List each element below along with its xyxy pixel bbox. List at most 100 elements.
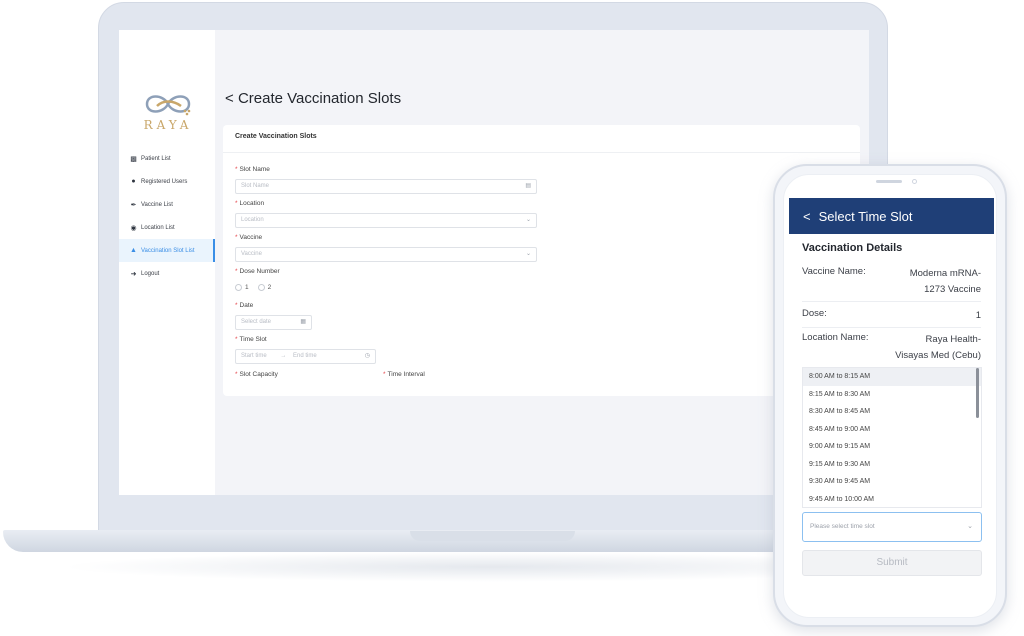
logo-text: RAYA [143, 118, 193, 132]
sidebar-item-vaccination-slot-list[interactable]: ▲ Vaccination Slot List [119, 239, 215, 262]
logo-mark-icon [145, 95, 191, 116]
sidebar-item-label: Vaccine List [141, 201, 173, 208]
back-icon[interactable]: < [225, 90, 234, 107]
detail-row-dose: Dose: 1 [802, 308, 981, 328]
sidebar-item-label: Vaccination Slot List [141, 247, 195, 254]
time-slot-label-text: Time Slot [239, 336, 267, 343]
detail-value-line: Visayas Med (Cebu) [895, 350, 981, 361]
scrollbar[interactable] [976, 368, 979, 418]
sidebar-item-label: Patient List [141, 155, 171, 162]
section-title: Vaccination Details [802, 242, 903, 254]
detail-value-line: 1273 Vaccine [924, 284, 981, 295]
location-select[interactable]: Location ⌄ [235, 213, 537, 228]
detail-value-line: Moderna mRNA- [909, 268, 981, 279]
user-icon: ● [131, 178, 136, 185]
detail-key: Location Name: [802, 332, 869, 343]
vaccine-label-text: Vaccine [239, 234, 263, 241]
vaccine-placeholder: Vaccine [241, 251, 262, 257]
detail-value-line: Raya Health- [925, 334, 981, 345]
time-slot-option[interactable]: 9:00 AM to 9:15 AM [803, 438, 981, 456]
date-label-text: Date [239, 302, 254, 309]
submit-button[interactable]: Submit [802, 550, 982, 576]
sidebar-item-label: Location List [141, 224, 175, 231]
patient-list-icon: ▩ [130, 155, 137, 163]
date-picker[interactable]: Select date ▦ [235, 315, 312, 330]
vaccine-select[interactable]: Vaccine ⌄ [235, 247, 537, 262]
chevron-down-icon: ⌄ [525, 217, 531, 223]
sidebar-item-location-list[interactable]: ◉ Location List [119, 216, 215, 239]
page-title: < Create Vaccination Slots [225, 90, 401, 107]
sidebar-item-vaccine-list[interactable]: ✒ Vaccine List [119, 193, 215, 216]
chevron-down-icon: ⌄ [525, 251, 531, 257]
calendar-icon: ▦ [300, 319, 306, 325]
end-time-placeholder: End time [293, 353, 317, 359]
desktop-app: RAYA ▩ Patient List ● Registered Users ✒… [119, 30, 869, 495]
start-time-placeholder: Start time [241, 353, 267, 359]
date-placeholder: Select date [241, 319, 272, 325]
sidebar-item-label: Logout [141, 270, 160, 277]
sidebar-item-patient-list[interactable]: ▩ Patient List [119, 147, 215, 170]
time-slot-option[interactable]: 8:00 AM to 8:15 AM [803, 368, 981, 386]
page-title-text: Create Vaccination Slots [237, 90, 402, 107]
time-slot-placeholder: Please select time slot [810, 523, 875, 530]
create-slot-form: Create Vaccination Slots * Slot Name Slot… [223, 125, 860, 396]
laptop-notch [410, 531, 575, 541]
slot-name-label-text: Slot Name [239, 166, 270, 173]
dose-number-label: * Dose Number [235, 268, 280, 275]
slot-name-input[interactable]: Slot Name ▤ [235, 179, 537, 194]
slot-capacity-label: * Slot Capacity [235, 371, 278, 378]
dose-number-label-text: Dose Number [239, 268, 280, 275]
phone-speaker [876, 180, 902, 183]
time-slot-option[interactable]: 9:30 AM to 9:45 AM [803, 473, 981, 491]
slot-name-label: * Slot Name [235, 166, 270, 173]
mobile-header-title: Select Time Slot [818, 208, 913, 224]
time-slot-select[interactable]: Please select time slot ⌄ [802, 512, 982, 542]
slot-name-placeholder: Slot Name [241, 183, 270, 189]
time-interval-label: * Time Interval [383, 371, 425, 378]
divider [223, 152, 860, 153]
raya-logo: RAYA [137, 90, 199, 134]
time-interval-label-text: Time Interval [387, 371, 425, 378]
sidebar: RAYA ▩ Patient List ● Registered Users ✒… [119, 30, 215, 495]
detail-key: Vaccine Name: [802, 266, 866, 277]
location-label-text: Location [239, 200, 265, 207]
detail-key: Dose: [802, 308, 827, 319]
sidebar-item-registered-users[interactable]: ● Registered Users [119, 170, 215, 193]
clear-icon[interactable]: ▤ [525, 180, 531, 193]
location-label: * Location [235, 200, 265, 207]
time-slot-dropdown-list: 8:00 AM to 8:15 AM 8:15 AM to 8:30 AM 8:… [802, 367, 982, 508]
dose-radio-2[interactable] [257, 284, 265, 291]
detail-row-vaccine-name: Vaccine Name: Moderna mRNA- 1273 Vaccine [802, 266, 981, 302]
dose-option-1: 1 [245, 284, 249, 291]
clock-icon: ◷ [364, 353, 370, 359]
syringe-icon: ✒ [130, 201, 137, 209]
time-slot-option[interactable]: 9:15 AM to 9:30 AM [803, 456, 981, 474]
phone-camera [912, 179, 917, 184]
card-title: Create Vaccination Slots [235, 133, 317, 140]
location-placeholder: Location [241, 217, 264, 223]
time-slot-option[interactable]: 9:45 AM to 10:00 AM [803, 491, 981, 508]
logout-icon: ➜ [130, 270, 137, 278]
time-slot-option[interactable]: 8:45 AM to 9:00 AM [803, 421, 981, 439]
time-slot-label: * Time Slot [235, 336, 267, 343]
back-icon[interactable]: < [803, 209, 811, 224]
location-pin-icon: ◉ [130, 224, 137, 232]
detail-value: Moderna mRNA- 1273 Vaccine [910, 266, 981, 298]
stage: RAYA ▩ Patient List ● Registered Users ✒… [0, 0, 1024, 636]
building-icon: ▲ [130, 247, 137, 254]
time-range-picker[interactable]: Start time → End time ◷ [235, 349, 376, 364]
slot-capacity-label-text: Slot Capacity [239, 371, 278, 378]
detail-row-location-name: Location Name: Raya Health- Visayas Med … [802, 332, 981, 368]
dose-number-radios: 1 2 [235, 284, 271, 291]
dose-radio-1[interactable] [235, 284, 242, 291]
range-separator-icon: → [280, 353, 287, 359]
chevron-down-icon: ⌄ [967, 523, 973, 530]
detail-value: Raya Health- Visayas Med (Cebu) [895, 332, 981, 364]
sidebar-item-logout[interactable]: ➜ Logout [119, 262, 215, 285]
detail-value: 1 [975, 310, 981, 321]
date-label: * Date [235, 302, 254, 309]
sidebar-item-label: Registered Users [141, 178, 188, 185]
dose-option-2: 2 [267, 284, 272, 291]
time-slot-option[interactable]: 8:30 AM to 8:45 AM [803, 403, 981, 421]
time-slot-option[interactable]: 8:15 AM to 8:30 AM [803, 386, 981, 404]
